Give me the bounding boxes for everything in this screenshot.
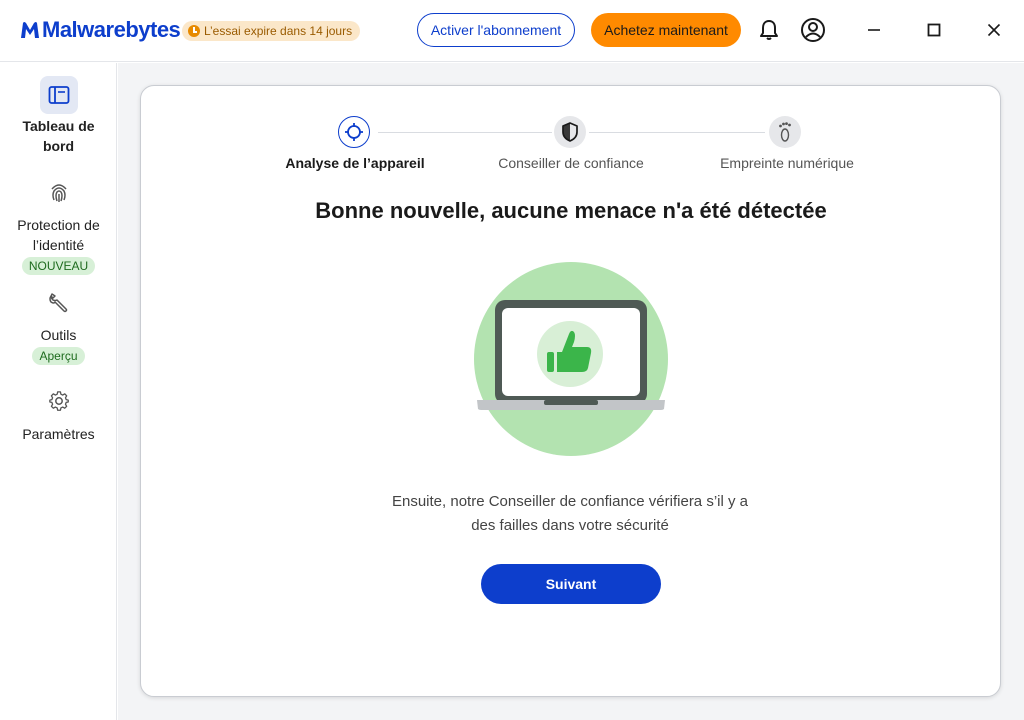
account-icon[interactable] <box>800 17 826 43</box>
malwarebytes-logo: Malwarebytes <box>19 17 181 43</box>
new-badge: NOUVEAU <box>21 257 96 275</box>
bell-icon[interactable] <box>756 17 782 43</box>
sidebar-item-label: Outils <box>40 327 77 343</box>
sidebar-item-settings[interactable]: Paramètres <box>0 382 117 444</box>
step-label-trusted-advisor: Conseiller de confiance <box>498 155 644 171</box>
sidebar-item-label: Tableau de bord <box>22 116 94 156</box>
sidebar-label-line: Tableau de <box>22 118 95 134</box>
step-label-digital-footprint: Empreinte numérique <box>720 155 854 171</box>
trial-badge-text: L’essai expire dans 14 jours <box>204 24 353 38</box>
preview-badge: Aperçu <box>32 347 85 365</box>
description-line: Ensuite, notre Conseiller de confiance v… <box>391 493 748 510</box>
clock-icon <box>188 25 200 37</box>
sidebar: Tableau de bord Protection de l’identité… <box>0 63 117 720</box>
buy-now-button[interactable]: Achetez maintenant <box>591 13 741 47</box>
sidebar-label-line: Protection de <box>17 217 100 233</box>
laptop-thumbs-up-illustration <box>474 262 668 456</box>
sidebar-label-line: bord <box>42 138 75 154</box>
close-icon[interactable] <box>980 16 1008 44</box>
stepper-connector <box>589 132 765 133</box>
fingerprint-icon <box>40 173 78 211</box>
sidebar-item-tools[interactable]: Outils Aperçu <box>0 283 117 365</box>
activate-subscription-button[interactable]: Activer l'abonnement <box>417 13 575 47</box>
logo-text: Malwarebytes <box>42 17 181 42</box>
wrench-icon <box>40 283 78 321</box>
footprint-icon <box>769 116 801 148</box>
dashboard-icon <box>39 76 78 114</box>
sidebar-item-label: Protection de l’identité <box>17 215 100 255</box>
description-line: des failles dans votre sécurité <box>471 517 669 534</box>
maximize-icon[interactable] <box>920 16 948 44</box>
minimize-icon[interactable] <box>860 16 888 44</box>
sidebar-label-line: l’identité <box>32 237 85 253</box>
title-bar: Malwarebytes L’essai expire dans 14 jour… <box>0 0 1024 62</box>
shield-icon <box>554 116 586 148</box>
gear-icon <box>40 382 78 420</box>
crosshair-icon <box>338 116 370 148</box>
stepper-connector <box>378 132 552 133</box>
next-button[interactable]: Suivant <box>481 564 661 604</box>
sidebar-item-identity-protection[interactable]: Protection de l’identité NOUVEAU <box>0 173 117 275</box>
logo-mark-icon <box>21 22 39 38</box>
sidebar-item-label: Paramètres <box>22 426 95 442</box>
trial-badge: L’essai expire dans 14 jours <box>182 21 361 41</box>
sidebar-item-dashboard[interactable]: Tableau de bord <box>0 76 117 156</box>
step-label-device-scan: Analyse de l’appareil <box>285 155 425 171</box>
next-step-description: Ensuite, notre Conseiller de confiance v… <box>360 490 780 538</box>
page-title: Bonne nouvelle, aucune menace n'a été dé… <box>315 198 827 223</box>
